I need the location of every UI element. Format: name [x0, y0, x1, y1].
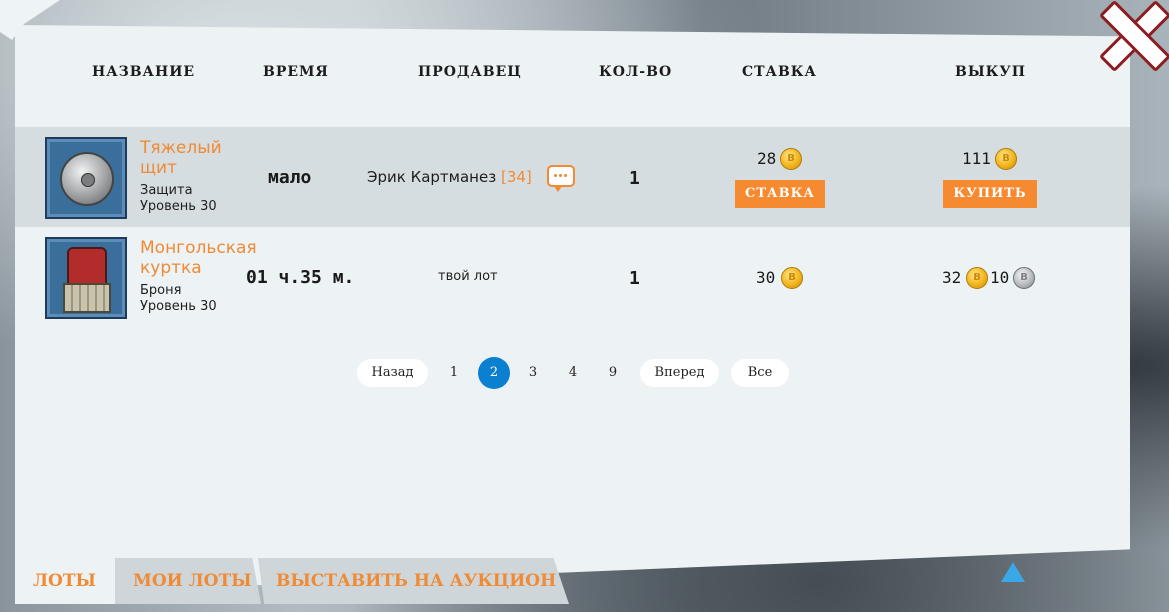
prev-page-button[interactable]: Назад [357, 359, 428, 387]
seller-name[interactable]: Эрик Картманез [367, 168, 496, 186]
close-icon[interactable] [1100, 2, 1162, 64]
gold-coin-icon: B [781, 267, 803, 289]
seller-level: [34] [500, 168, 532, 186]
item-level: Уровень 30 [140, 299, 217, 314]
scroll-up-icon[interactable] [1001, 562, 1025, 582]
page-9[interactable]: 9 [598, 359, 628, 387]
table-header: НАЗВАНИЕ ВРЕМЯ ПРОДАВЕЦ КОЛ-ВО СТАВКА ВЫ… [0, 64, 1169, 80]
column-seller[interactable]: ПРОДАВЕЦ [418, 64, 522, 80]
bid-button[interactable]: СТАВКА [735, 180, 825, 208]
all-pages-button[interactable]: Все [731, 359, 789, 387]
mongol-jacket-icon[interactable] [45, 237, 127, 319]
bid-amount: 28 [757, 149, 777, 168]
heavy-shield-icon[interactable] [45, 137, 127, 219]
page-3[interactable]: 3 [518, 359, 548, 387]
column-name[interactable]: НАЗВАНИЕ [92, 64, 195, 80]
buy-button[interactable]: КУПИТЬ [943, 180, 1037, 208]
seller-own-lot: твой лот [438, 269, 498, 284]
item-name[interactable]: Тяжелый щит [140, 138, 270, 178]
column-buyout[interactable]: ВЫКУП [955, 64, 1026, 80]
lot-time: мало [268, 167, 312, 188]
buyout-silver-amount: 10 [990, 268, 1010, 287]
page-4[interactable]: 4 [558, 359, 588, 387]
item-level: Уровень 30 [140, 199, 217, 214]
lot-qty: 1 [629, 268, 640, 289]
item-type: Броня [140, 283, 182, 298]
page-2[interactable]: 2 [478, 357, 510, 389]
lot-qty: 1 [629, 168, 640, 189]
buyout-amount: 111 [962, 149, 991, 168]
gold-coin-icon: B [995, 148, 1017, 170]
gold-coin-icon: B [966, 267, 988, 289]
buyout-gold-amount: 32 [942, 268, 962, 287]
tab-sell[interactable]: ВЫСТАВИТЬ НА АУКЦИОН [258, 558, 569, 604]
silver-coin-icon: B [1013, 267, 1035, 289]
gold-coin-icon: B [780, 148, 802, 170]
lot-time: 01 ч.35 м. [246, 267, 355, 288]
column-bid[interactable]: СТАВКА [742, 64, 817, 80]
column-qty[interactable]: КОЛ-ВО [599, 64, 672, 80]
item-name-line1: Тяжелый [140, 138, 222, 158]
item-type: Защита [140, 183, 193, 198]
jacket-body [67, 247, 107, 287]
item-name-line2: щит [140, 158, 177, 178]
page-1[interactable]: 1 [439, 359, 469, 387]
tab-my-lots[interactable]: МОИ ЛОТЫ [115, 558, 261, 604]
next-page-button[interactable]: Вперед [640, 359, 719, 387]
shield-icon [60, 152, 114, 206]
chat-icon[interactable] [547, 165, 575, 192]
bid-amount: 30 [756, 268, 776, 287]
column-time[interactable]: ВРЕМЯ [263, 64, 329, 80]
item-name-line1: Монгольская [140, 238, 257, 258]
seller: Эрик Картманез [34] [367, 168, 532, 186]
jacket-skirt [63, 283, 111, 313]
